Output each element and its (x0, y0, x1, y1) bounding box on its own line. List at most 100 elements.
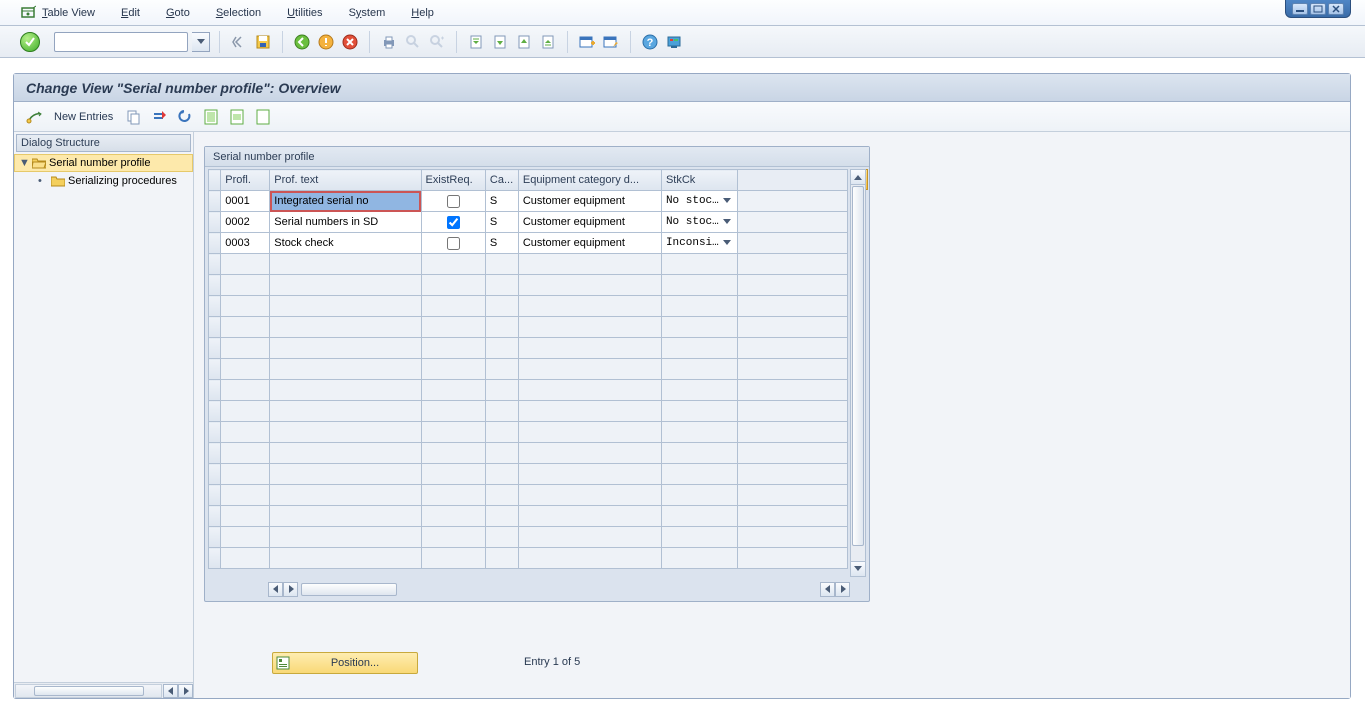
cell-existreq[interactable] (421, 191, 485, 212)
maximize-button[interactable] (1310, 3, 1326, 15)
col-stkck[interactable]: StkCk (661, 170, 737, 191)
dropdown-icon[interactable] (721, 195, 733, 207)
enter-button[interactable] (20, 32, 40, 52)
cell-cat[interactable]: S (485, 233, 518, 254)
scroll-left-icon[interactable] (268, 582, 283, 597)
table-row-empty[interactable] (209, 527, 848, 548)
table-row-empty[interactable] (209, 359, 848, 380)
scroll-right-icon[interactable] (178, 684, 193, 698)
cell-prof-text[interactable]: Integrated serial no (270, 191, 421, 212)
table-vscroll[interactable] (850, 169, 866, 577)
exit-icon[interactable] (316, 32, 336, 52)
col-eq-cat-desc[interactable]: Equipment category d... (518, 170, 661, 191)
cell-cat[interactable]: S (485, 191, 518, 212)
corner-cell[interactable] (209, 170, 221, 191)
new-session-icon[interactable] (577, 32, 597, 52)
cancel-icon[interactable] (340, 32, 360, 52)
save-icon[interactable] (253, 32, 273, 52)
table-row-empty[interactable] (209, 275, 848, 296)
dropdown-icon[interactable] (721, 237, 733, 249)
cell-stkck[interactable]: No stoc… (661, 191, 737, 212)
cell-profl[interactable]: 0002 (221, 212, 270, 233)
shortcut-icon[interactable] (601, 32, 621, 52)
menu-help[interactable]: Help (411, 7, 434, 19)
row-selector[interactable] (209, 233, 221, 254)
col-existreq[interactable]: ExistReq. (421, 170, 485, 191)
table-row-empty[interactable] (209, 422, 848, 443)
menu-selection[interactable]: Selection (216, 7, 261, 19)
toggle-display-icon[interactable] (24, 107, 44, 127)
print-icon[interactable] (379, 32, 399, 52)
cell-stkck[interactable]: No stoc… (661, 212, 737, 233)
scroll-right-icon[interactable] (835, 582, 850, 597)
table-row-empty[interactable] (209, 338, 848, 359)
existreq-checkbox[interactable] (447, 195, 460, 208)
close-button[interactable] (1328, 3, 1344, 15)
tree-item-serializing-procedures[interactable]: • Serializing procedures (14, 172, 193, 190)
sidebar-hscroll[interactable] (14, 682, 193, 698)
scroll-up-icon[interactable] (851, 170, 865, 185)
scroll-right-icon[interactable] (283, 582, 298, 597)
scroll-left-icon[interactable] (820, 582, 835, 597)
hscroll-thumb[interactable] (301, 583, 397, 596)
cell-eqd[interactable]: Customer equipment (518, 191, 661, 212)
table-row[interactable]: 0002 Serial numbers in SD S Customer equ… (209, 212, 848, 233)
copy-icon[interactable] (123, 107, 143, 127)
cell-profl[interactable]: 0003 (221, 233, 270, 254)
table-row-empty[interactable] (209, 464, 848, 485)
existreq-checkbox[interactable] (447, 216, 460, 229)
table-row[interactable]: 0001 Integrated serial no S Customer equ… (209, 191, 848, 212)
row-selector[interactable] (209, 212, 221, 233)
menu-table-view[interactable]: Table View (42, 7, 95, 19)
table-row-empty[interactable] (209, 380, 848, 401)
col-prof-text[interactable]: Prof. text (270, 170, 421, 191)
deselect-all-icon[interactable] (253, 107, 273, 127)
last-page-icon[interactable] (538, 32, 558, 52)
menu-utilities[interactable]: Utilities (287, 7, 322, 19)
table-row-empty[interactable] (209, 296, 848, 317)
existreq-checkbox[interactable] (447, 237, 460, 250)
cell-prof-text[interactable]: Serial numbers in SD (270, 212, 421, 233)
find-icon[interactable] (403, 32, 423, 52)
cell-cat[interactable]: S (485, 212, 518, 233)
new-entries-button[interactable]: New Entries (50, 111, 117, 123)
delete-icon[interactable] (149, 107, 169, 127)
table-row-empty[interactable] (209, 443, 848, 464)
table-hscroll[interactable] (208, 580, 866, 598)
menu-edit[interactable]: Edit (121, 7, 140, 19)
table-row-empty[interactable] (209, 485, 848, 506)
table-row-empty[interactable] (209, 254, 848, 275)
scroll-down-icon[interactable] (851, 561, 865, 576)
prev-page-icon[interactable] (490, 32, 510, 52)
command-dropdown[interactable] (192, 32, 210, 52)
col-profl[interactable]: Profl. (221, 170, 270, 191)
cell-eqd[interactable]: Customer equipment (518, 212, 661, 233)
menu-goto[interactable]: Goto (166, 7, 190, 19)
back-icon[interactable] (292, 32, 312, 52)
tree-item-serial-number-profile[interactable]: ▼ Serial number profile (14, 154, 193, 172)
select-block-icon[interactable] (227, 107, 247, 127)
find-next-icon[interactable] (427, 32, 447, 52)
vscroll-thumb[interactable] (852, 186, 864, 546)
undo-icon[interactable] (175, 107, 195, 127)
first-page-icon[interactable] (466, 32, 486, 52)
cell-stkck[interactable]: Inconsi… (661, 233, 737, 254)
col-cat[interactable]: Ca... (485, 170, 518, 191)
position-button[interactable]: Position... (272, 652, 418, 674)
table-row-empty[interactable] (209, 317, 848, 338)
minimize-button[interactable] (1292, 3, 1308, 15)
prev-icon[interactable] (229, 32, 249, 52)
menu-system[interactable]: System (349, 7, 386, 19)
table-row-empty[interactable] (209, 506, 848, 527)
next-page-icon[interactable] (514, 32, 534, 52)
cell-profl[interactable]: 0001 (221, 191, 270, 212)
table-row-empty[interactable] (209, 548, 848, 569)
sap-menu-icon[interactable] (20, 5, 36, 21)
cell-existreq[interactable] (421, 212, 485, 233)
help-icon[interactable]: ? (640, 32, 660, 52)
scroll-left-icon[interactable] (163, 684, 178, 698)
cell-prof-text[interactable]: Stock check (270, 233, 421, 254)
table-row[interactable]: 0003 Stock check S Customer equipment In… (209, 233, 848, 254)
table-row-empty[interactable] (209, 401, 848, 422)
select-all-icon[interactable] (201, 107, 221, 127)
